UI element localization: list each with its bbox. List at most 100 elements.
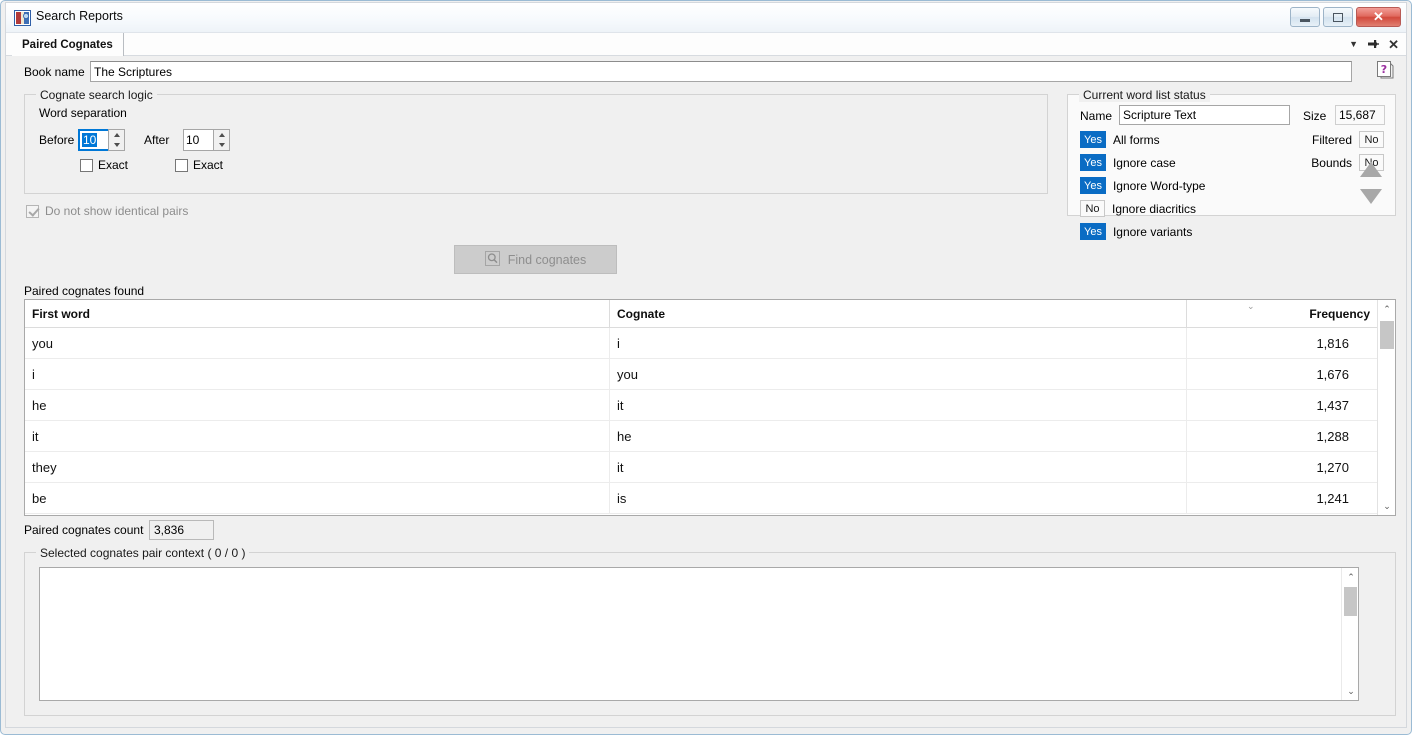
maximize-button[interactable] — [1323, 7, 1353, 27]
after-exact-checkbox-row[interactable]: Exact — [175, 158, 223, 172]
magnifier-icon — [484, 250, 500, 269]
flag-all-forms-badge: Yes — [1080, 131, 1106, 148]
tab-strip: Paired Cognates ▼ ✕ — [6, 33, 1406, 56]
window-inner-frame: Search Reports ✕ Paired Cognates ▼ ✕ Boo… — [5, 2, 1407, 728]
word-list-name-input[interactable] — [1119, 105, 1290, 125]
chevron-down-icon[interactable]: ▼ — [1349, 40, 1358, 49]
find-cognates-button[interactable]: Find cognates — [454, 245, 617, 274]
pin-icon[interactable] — [1367, 38, 1380, 52]
after-spinner[interactable]: 10 — [183, 129, 230, 151]
selected-pair-context-group: Selected cognates pair context ( 0 / 0 )… — [24, 546, 1396, 716]
cell-frequency: 1,437 — [1316, 397, 1349, 413]
after-increment-button[interactable] — [214, 130, 229, 140]
table-row[interactable]: you i 1,816 — [25, 328, 1377, 359]
context-scrollbar[interactable]: ⌃ ⌄ — [1341, 568, 1358, 700]
flag-ignore-variants: Yes Ignore variants — [1080, 223, 1192, 240]
nav-next-icon[interactable] — [1360, 189, 1382, 204]
table-row[interactable]: they it 1,270 — [25, 452, 1377, 483]
before-value: 10 — [82, 133, 98, 147]
context-scroll-up-icon[interactable]: ⌃ — [1342, 568, 1358, 586]
context-scrollbar-thumb[interactable] — [1344, 587, 1357, 616]
results-table: First word Cognate ⌄ Frequency you i 1,8… — [24, 299, 1396, 516]
help-button[interactable]: ? — [1374, 60, 1396, 82]
cell-first-word: i — [25, 359, 610, 389]
flag-ignore-diacritics-badge: No — [1080, 200, 1105, 217]
cell-cognate: is — [610, 483, 1187, 513]
table-row[interactable]: it he 1,288 — [25, 421, 1377, 452]
before-value-field[interactable]: 10 — [78, 129, 108, 151]
context-scroll-down-icon[interactable]: ⌄ — [1342, 682, 1358, 700]
scrollbar-thumb[interactable] — [1380, 321, 1394, 349]
after-exact-checkbox[interactable] — [175, 158, 188, 172]
flag-all-forms-label: All forms — [1112, 132, 1160, 147]
do-not-show-identical-checkbox — [26, 204, 39, 218]
before-exact-checkbox[interactable] — [80, 158, 93, 172]
caret-up-icon — [218, 133, 225, 137]
cell-frequency: 1,676 — [1316, 366, 1349, 382]
after-exact-label: Exact — [193, 158, 224, 172]
nav-previous-icon[interactable] — [1360, 162, 1382, 177]
column-header-frequency-label: Frequency — [1309, 306, 1370, 321]
book-name-input[interactable] — [90, 61, 1352, 82]
tab-strip-tools: ▼ ✕ — [1349, 33, 1399, 56]
table-row[interactable]: he it 1,437 — [25, 390, 1377, 421]
minimize-button[interactable] — [1290, 7, 1320, 27]
flag-ignore-case-badge: Yes — [1080, 154, 1106, 171]
application-window: Search Reports ✕ Paired Cognates ▼ ✕ Boo… — [0, 0, 1412, 735]
context-text-area[interactable]: ⌃ ⌄ — [39, 567, 1359, 701]
sort-descending-icon: ⌄ — [1247, 301, 1255, 311]
flag-filtered: Filtered No — [1312, 131, 1384, 148]
cell-cognate: he — [610, 421, 1187, 451]
cell-cognate: i — [610, 328, 1187, 358]
main-content: Book name ? Cognate search logic Word se… — [6, 56, 1406, 727]
word-list-status-title: Current word list status — [1079, 88, 1210, 102]
tab-paired-cognates[interactable]: Paired Cognates — [12, 33, 124, 56]
word-list-size-label: Size — [1303, 109, 1327, 123]
results-table-header: First word Cognate ⌄ Frequency — [25, 300, 1395, 328]
before-exact-label: Exact — [98, 158, 129, 172]
caret-up-icon — [113, 133, 120, 137]
cell-cognate: it — [610, 390, 1187, 420]
scroll-up-icon[interactable]: ⌃ — [1378, 300, 1395, 318]
selected-pair-context-title: Selected cognates pair context ( 0 / 0 ) — [36, 546, 250, 560]
help-question-icon: ? — [1376, 60, 1394, 82]
cell-frequency: 1,816 — [1316, 335, 1349, 351]
flag-ignore-word-type: Yes Ignore Word-type — [1080, 177, 1205, 194]
flag-all-forms: Yes All forms — [1080, 131, 1160, 148]
close-icon[interactable]: ✕ — [1388, 38, 1399, 51]
flag-ignore-variants-label: Ignore variants — [1112, 224, 1193, 239]
results-table-label: Paired cognates found — [24, 284, 145, 298]
svg-text:?: ? — [1381, 63, 1387, 76]
table-row[interactable]: be is 1,241 — [25, 483, 1377, 514]
cell-frequency: 1,288 — [1316, 428, 1349, 444]
column-header-first-word[interactable]: First word — [25, 300, 610, 327]
paired-cognates-count-label: Paired cognates count — [24, 523, 144, 537]
cell-first-word: be — [25, 483, 610, 513]
after-label: After — [144, 133, 170, 147]
do-not-show-identical-label: Do not show identical pairs — [45, 204, 189, 218]
before-spinner[interactable]: 10 — [78, 129, 125, 151]
flag-ignore-case: Yes Ignore case — [1080, 154, 1176, 171]
results-table-scrollbar[interactable]: ⌃ ⌄ — [1377, 300, 1395, 515]
column-header-frequency[interactable]: ⌄ Frequency — [1187, 300, 1377, 327]
maximize-icon — [1333, 12, 1343, 22]
after-value: 10 — [186, 133, 200, 147]
before-exact-checkbox-row[interactable]: Exact — [80, 158, 128, 172]
after-decrement-button[interactable] — [214, 140, 229, 150]
flag-ignore-variants-badge: Yes — [1080, 223, 1106, 240]
word-list-status-group: Current word list status Name Size 15,68… — [1067, 88, 1396, 240]
results-table-body: you i 1,816 i you 1,676 he it 1,437 it h… — [25, 328, 1377, 515]
flag-ignore-case-label: Ignore case — [1112, 155, 1176, 170]
column-header-cognate[interactable]: Cognate — [610, 300, 1187, 327]
before-decrement-button[interactable] — [109, 140, 124, 150]
flag-filtered-label: Filtered — [1311, 132, 1352, 147]
before-increment-button[interactable] — [109, 130, 124, 140]
close-button[interactable]: ✕ — [1356, 7, 1401, 27]
table-row[interactable]: i you 1,676 — [25, 359, 1377, 390]
flag-filtered-badge: No — [1359, 131, 1384, 148]
scroll-down-icon[interactable]: ⌄ — [1378, 497, 1395, 515]
after-value-field[interactable]: 10 — [183, 129, 213, 151]
find-cognates-label: Find cognates — [507, 252, 587, 267]
do-not-show-identical-row: Do not show identical pairs — [26, 204, 188, 218]
flag-ignore-diacritics-label: Ignore diacritics — [1112, 201, 1197, 216]
